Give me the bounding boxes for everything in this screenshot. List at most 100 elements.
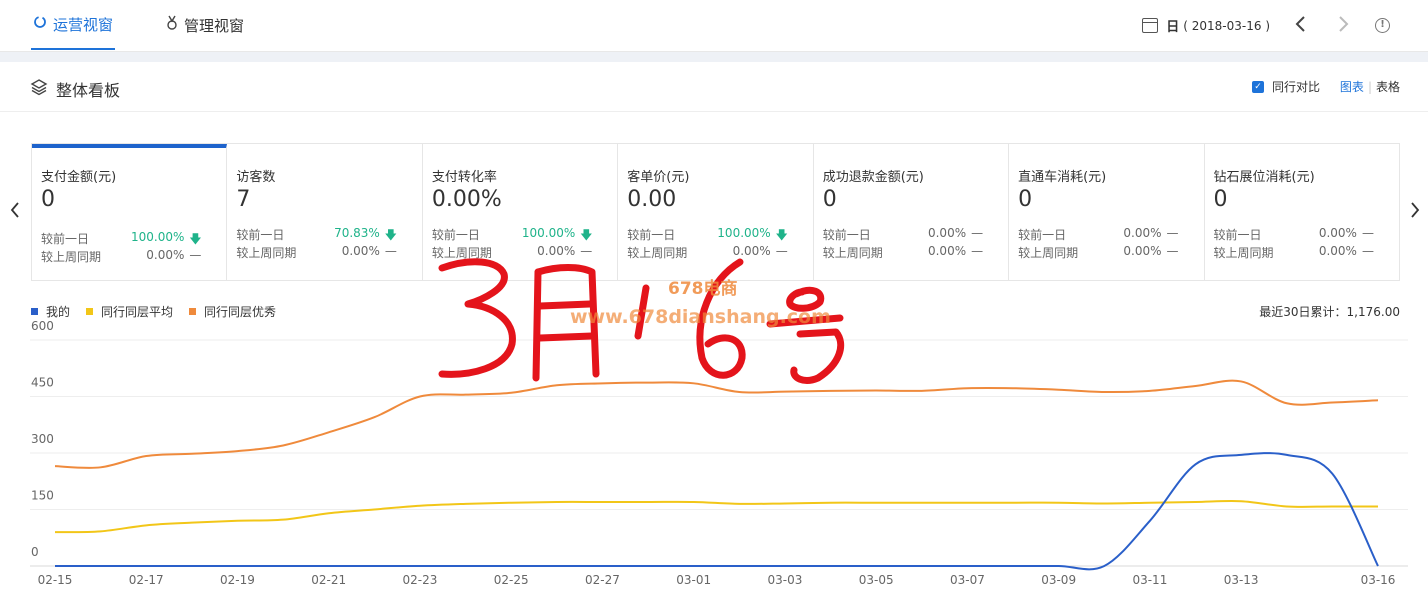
legend-item[interactable]: 同行同层平均 <box>86 303 173 320</box>
series-line[interactable] <box>54 452 1379 571</box>
week-compare-row: 较上周同期 0.00% — <box>41 248 206 265</box>
dash-icon: — <box>384 244 397 258</box>
x-tick-label: 02-19 <box>220 573 255 587</box>
week-compare-row: 较上周同期 0.00% — <box>627 244 792 261</box>
metric-value: 0.00 <box>627 187 677 212</box>
day-compare-row: 较前一日 0.00% — <box>823 226 988 243</box>
legend-swatch <box>31 308 38 315</box>
y-tick-label: 150 <box>31 489 54 503</box>
dash-icon: — <box>1166 226 1179 240</box>
y-tick-label: 450 <box>31 376 54 390</box>
legend-label: 同行同层平均 <box>101 305 174 319</box>
prev-day-chevron-icon[interactable] <box>1294 14 1306 38</box>
checkbox-checked-icon[interactable]: ✓ <box>1251 80 1264 93</box>
metric-card[interactable]: 客单价(元) 0.00 较前一日 100.00% 🡇 较上周同期 0.00% — <box>618 144 814 280</box>
layers-icon <box>30 78 48 96</box>
week-compare-label: 较上周同期 <box>822 246 883 260</box>
panel-title: 整体看板 <box>56 81 121 100</box>
compare-toggle[interactable]: ✓ 同行对比 <box>1251 78 1320 95</box>
metric-value: 0 <box>41 187 55 212</box>
next-day-chevron-icon[interactable] <box>1338 14 1350 38</box>
legend-item[interactable]: 我的 <box>31 303 70 320</box>
x-tick-label: 03-11 <box>1132 573 1167 587</box>
week-compare-row: 较上周同期 0.00% — <box>1214 244 1379 261</box>
x-tick-label: 03-05 <box>859 573 894 587</box>
date-unit: 日 <box>1166 20 1180 35</box>
week-compare-label: 较上周同期 <box>1213 246 1274 260</box>
metric-label: 访客数 <box>236 170 276 185</box>
calendar-icon <box>1142 18 1159 33</box>
x-tick-label: 03-16 <box>1361 573 1396 587</box>
cards-prev-chevron-icon[interactable] <box>10 200 20 225</box>
metric-label: 客单价(元) <box>627 170 690 185</box>
x-tick-label: 03-03 <box>767 573 802 587</box>
x-tick-label: 03-13 <box>1224 573 1259 587</box>
x-tick-label: 03-01 <box>676 573 711 587</box>
series-line[interactable] <box>54 379 1379 469</box>
x-tick-label: 02-23 <box>403 573 438 587</box>
week-compare-pct: 0.00% <box>732 244 771 258</box>
week-compare-pct: 0.00% <box>1318 244 1357 258</box>
metric-card[interactable]: 访客数 7 较前一日 70.83% 🡇 较上周同期 0.00% — <box>227 144 423 280</box>
x-tick-label: 02-15 <box>38 573 73 587</box>
view-switch: 图表 | 表格 <box>1339 80 1400 94</box>
view-chart-link[interactable]: 图表 <box>1340 80 1364 94</box>
metric-value: 0.00% <box>431 187 502 212</box>
metric-label: 成功退款金额(元) <box>822 170 924 185</box>
metric-card[interactable]: 成功退款金额(元) 0 较前一日 0.00% — 较上周同期 0.00% — <box>814 144 1010 280</box>
metric-card[interactable]: 支付金额(元) 0 较前一日 100.00% 🡇 较上周同期 0.00% — <box>32 144 228 280</box>
legend-swatch <box>86 308 94 315</box>
cards-next-chevron-icon[interactable] <box>1410 200 1420 225</box>
day-compare-row: 较前一日 0.00% — <box>1214 226 1379 243</box>
dash-icon: — <box>1166 244 1179 258</box>
x-tick-label: 03-09 <box>1041 573 1076 587</box>
metric-card[interactable]: 直通车消耗(元) 0 较前一日 0.00% — 较上周同期 0.00% — <box>1009 144 1205 280</box>
x-tick-label: 02-17 <box>129 573 164 587</box>
date-value: ( 2018-03-16 ) <box>1183 18 1270 33</box>
metric-value: 0 <box>1213 187 1228 212</box>
summary-total: 最近30日累计：1,176.00 <box>1259 305 1400 319</box>
day-compare-row: 较前一日 0.00% — <box>1018 226 1183 243</box>
metric-label: 钻石展位消耗(元) <box>1213 170 1315 185</box>
tab-operations-label: 运营视窗 <box>53 15 114 34</box>
week-compare-row: 较上周同期 0.00% — <box>236 244 401 261</box>
day-compare-pct: 0.00% <box>1318 226 1357 240</box>
x-tick-label: 03-07 <box>950 573 985 587</box>
day-compare-pct: 0.00% <box>927 226 967 240</box>
tab-management-label: 管理视窗 <box>184 16 245 35</box>
week-compare-pct: 0.00% <box>341 244 380 258</box>
legend-item[interactable]: 同行同层优秀 <box>189 303 276 320</box>
date-picker[interactable]: 日 ( 2018-03-16 ) <box>1142 16 1270 35</box>
view-table-link[interactable]: 表格 <box>1376 80 1400 94</box>
info-icon[interactable]: ! <box>1375 18 1390 33</box>
metric-card[interactable]: 支付转化率 0.00% 较前一日 100.00% 🡇 较上周同期 0.00% — <box>423 144 619 280</box>
series-line[interactable] <box>54 499 1378 534</box>
y-tick-label: 600 <box>31 320 54 333</box>
dash-icon: — <box>971 226 984 240</box>
legend-label: 同行同层优秀 <box>204 305 277 319</box>
metric-value: 0 <box>822 187 837 212</box>
panel-header: 整体看板 ✓ 同行对比 图表 | 表格 <box>0 62 1428 112</box>
compare-label: 同行对比 <box>1271 80 1320 94</box>
day-compare-pct: 0.00% <box>1123 226 1162 240</box>
metric-label: 支付转化率 <box>431 170 497 185</box>
tab-operations[interactable]: 运营视窗 <box>31 0 116 50</box>
dash-icon: — <box>189 248 202 262</box>
week-compare-pct: 0.00% <box>537 244 576 258</box>
metric-label: 支付金额(元) <box>41 170 117 185</box>
week-compare-pct: 0.00% <box>1123 244 1162 258</box>
day-compare-label: 较前一日 <box>1018 228 1067 242</box>
x-tick-label: 02-21 <box>311 573 346 587</box>
week-compare-row: 较上周同期 0.00% — <box>432 244 597 261</box>
section-divider <box>0 52 1428 62</box>
metric-card[interactable]: 钻石展位消耗(元) 0 较前一日 0.00% — 较上周同期 0.00% — <box>1205 144 1399 280</box>
legend-swatch <box>189 308 197 315</box>
top-bar: 运营视窗 管理视窗 日 ( 2018-03-16 ) ! <box>0 0 1428 52</box>
tab-management[interactable]: 管理视窗 <box>166 0 244 50</box>
dash-icon: — <box>775 244 788 258</box>
dash-icon: — <box>971 244 984 258</box>
legend-label: 我的 <box>46 305 71 319</box>
dash-icon: — <box>1361 226 1374 240</box>
metric-cards: 支付金额(元) 0 较前一日 100.00% 🡇 较上周同期 0.00% — 访客数 7 较前一日 7… <box>31 143 1400 281</box>
week-compare-label: 较上周同期 <box>1018 246 1079 260</box>
